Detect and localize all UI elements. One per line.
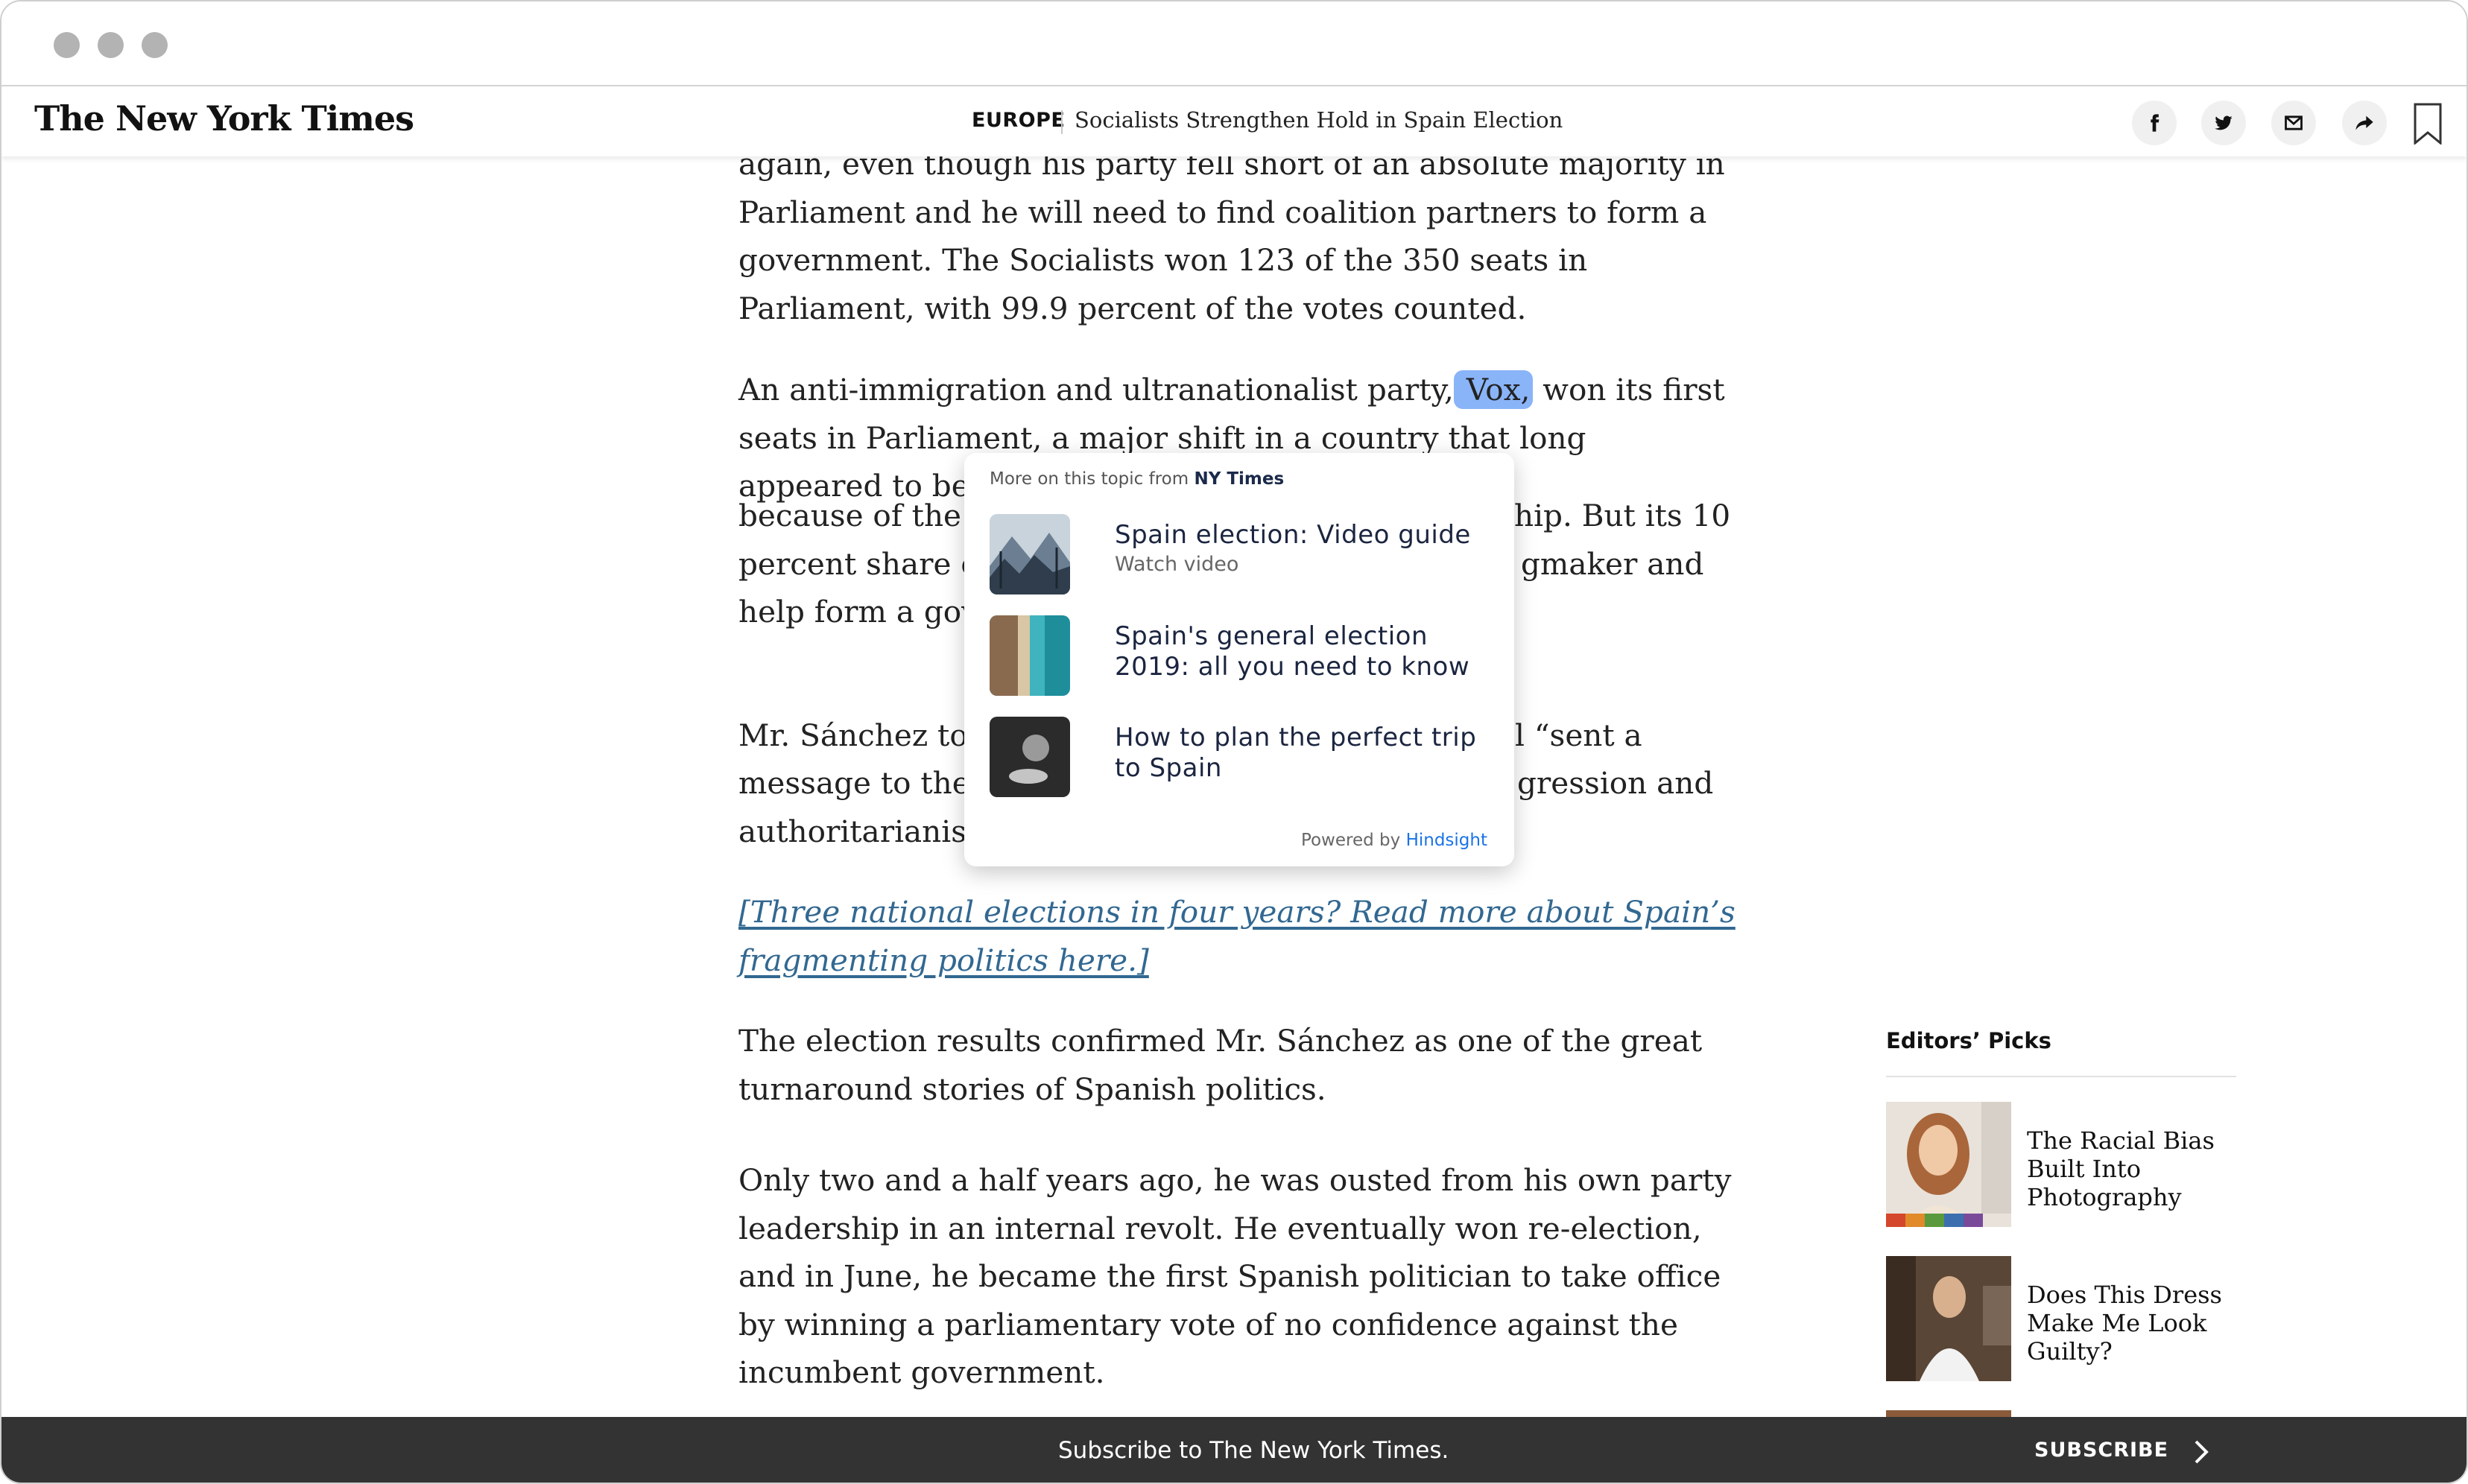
popup-source-prefix: More on this topic from xyxy=(990,469,1189,489)
twitter-share-button[interactable] xyxy=(2201,101,2246,145)
popup-item[interactable]: Spain's general election 2019: all you n… xyxy=(990,615,1496,697)
popup-item-subtitle: Watch video xyxy=(1115,553,1239,576)
paragraph-3-line-2-left: message to the v xyxy=(738,765,997,801)
paragraph-3-line-3-left: authoritarianism xyxy=(738,814,996,849)
more-share-button[interactable] xyxy=(2342,101,2387,145)
popup-item[interactable]: How to plan the perfect trip to Spain xyxy=(990,717,1496,799)
window-close-dot[interactable] xyxy=(54,32,80,58)
vox-highlight[interactable]: Vox, xyxy=(1453,370,1534,409)
popup-item-thumbnail xyxy=(990,615,1070,696)
paragraph-4: The election results confirmed Mr. Sánch… xyxy=(738,1023,1703,1107)
editors-pick-title[interactable]: The Racial Bias Built Into Photography xyxy=(2027,1126,2236,1211)
editors-picks-title: Editors’ Picks xyxy=(1886,1028,2051,1053)
powered-by-prefix: Powered by xyxy=(1300,831,1401,850)
window-maximize-dot[interactable] xyxy=(142,32,168,58)
bookmark-icon xyxy=(2414,103,2442,146)
paragraph-2-line-4-right: hip. But its 10 xyxy=(1514,498,1731,533)
editors-picks-divider xyxy=(1886,1076,2236,1077)
nyt-logo[interactable]: The New York Times xyxy=(34,98,414,139)
editors-pick-image[interactable] xyxy=(1886,1102,2011,1227)
popup-item-title: How to plan the perfect trip to Spain xyxy=(1115,723,1477,783)
popup-item-title: Spain election: Video guide xyxy=(1115,520,1471,550)
subscribe-button[interactable]: SUBSCRIBE xyxy=(2034,1439,2168,1462)
paragraph-2-line-5-right: gmaker and xyxy=(1521,546,1704,582)
email-icon xyxy=(2285,115,2303,130)
popup-item[interactable]: Spain election: Video guide Watch video xyxy=(990,514,1496,596)
related-content-popup: More on this topic from NY Times Spain e… xyxy=(964,453,1514,866)
paragraph-5: Only two and a half years ago, he was ou… xyxy=(738,1162,1732,1390)
facebook-share-button[interactable] xyxy=(2132,101,2177,145)
more-link-paragraph: [Three national elections in four years?… xyxy=(738,888,1737,984)
browser-window: The New York Times EUROPE Socialists Str… xyxy=(0,0,2468,1484)
spain-politics-link[interactable]: [Three national elections in four years?… xyxy=(738,894,1735,978)
paragraph-2-line-5-left: percent share of xyxy=(738,546,990,582)
paragraph-3-line-1-left: Mr. Sánchez tol xyxy=(738,717,978,753)
paragraph-3-line-1-right: l “sent a xyxy=(1515,717,1642,753)
subscribe-text[interactable]: Subscribe to The New York Times. xyxy=(1058,1437,1449,1464)
bookmark-button[interactable] xyxy=(2413,103,2443,148)
subscribe-bar: Subscribe to The New York Times. SUBSCRI… xyxy=(1,1417,2467,1483)
popup-source: More on this topic from NY Times xyxy=(990,469,1284,489)
paragraph-1: again, even though his party fell short … xyxy=(738,146,1725,326)
editors-pick-image[interactable] xyxy=(1886,1256,2011,1381)
nyt-header: The New York Times EUROPE Socialists Str… xyxy=(1,86,2467,156)
popup-item-thumbnail xyxy=(990,717,1070,797)
paragraph-2-line-6-left: help form a gove xyxy=(738,594,996,630)
hindsight-link[interactable]: Hindsight xyxy=(1406,831,1487,850)
paragraph-3-line-2-right: gression and xyxy=(1517,765,1714,801)
facebook-icon xyxy=(2151,114,2160,132)
share-icon xyxy=(2355,115,2373,130)
paragraph-2-text-start: An anti-immigration and ultranationalist… xyxy=(738,372,1454,408)
article-headline: Socialists Strengthen Hold in Spain Elec… xyxy=(1075,107,1563,133)
window-minimize-dot[interactable] xyxy=(98,32,124,58)
header-divider xyxy=(1061,110,1063,134)
email-share-button[interactable] xyxy=(2271,101,2316,145)
twitter-icon xyxy=(2215,115,2233,130)
section-label[interactable]: EUROPE xyxy=(972,109,1065,132)
editors-pick-title[interactable]: Does This Dress Make Me Look Guilty? xyxy=(2027,1281,2236,1366)
powered-by: Powered by Hindsight xyxy=(1301,831,1487,850)
browser-chrome xyxy=(1,1,2467,86)
chevron-right-icon[interactable] xyxy=(2192,1439,2210,1468)
paragraph-2-line-4-left: because of the le xyxy=(738,498,999,533)
popup-source-name: NY Times xyxy=(1194,469,1285,489)
popup-item-title: Spain's general election 2019: all you n… xyxy=(1115,621,1470,682)
popup-item-thumbnail xyxy=(990,514,1070,594)
